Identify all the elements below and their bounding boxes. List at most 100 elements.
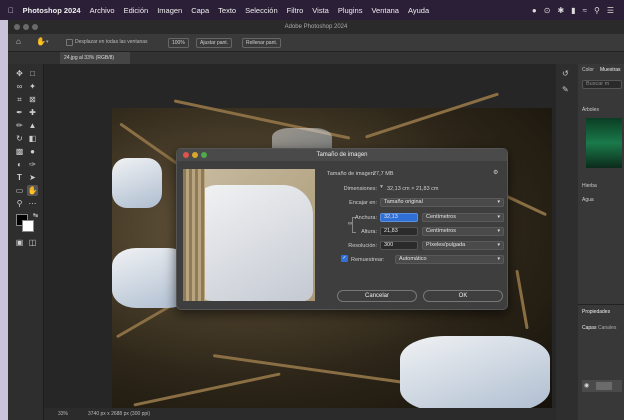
menu-plugins[interactable]: Plugins [338,6,363,15]
history-panel-icon[interactable]: ↺ [562,70,569,78]
fit-screen-button[interactable]: Ajustar pant. [196,38,233,48]
wifi-icon[interactable]: ≈ [583,6,587,15]
cancel-button[interactable]: Cancelar [337,290,417,302]
resample-select[interactable]: Automático ▾ [395,255,504,264]
healing-brush-tool-icon[interactable]: ✚ [27,107,38,118]
chevron-down-icon[interactable]: ▾ [46,40,49,45]
photo-reed [133,372,281,407]
bluetooth-icon[interactable]: ✱ [557,6,564,15]
swap-colors-icon[interactable]: ↹ [30,211,41,222]
hand-tool-preset-icon[interactable]: ✋ [36,38,46,46]
control-center-icon[interactable]: ⊙ [544,6,551,15]
link-chain-icon[interactable]: ∞ [348,221,352,227]
status-document-info[interactable]: 3740 px x 2688 px (300 ppi) [88,412,150,417]
menu-app-name[interactable]: Photoshop 2024 [23,6,81,15]
menu-capa[interactable]: Capa [191,6,209,15]
window-close-button[interactable] [14,24,20,30]
dialog-title: Tamaño de imagen [316,152,368,158]
tab-swatches[interactable]: Muestras [600,68,621,73]
tab-layers[interactable]: Capas [582,326,596,331]
eraser-tool-icon[interactable]: ◧ [27,133,38,144]
window-minimize-button[interactable] [23,24,29,30]
swatch-group-hierba[interactable]: Hierba [582,184,597,189]
swatch-group-thumbnail [586,118,622,168]
scroll-all-windows-checkbox[interactable] [66,39,73,46]
apple-icon[interactable]:  [8,6,14,15]
settings-gear-icon[interactable]: ⚙ [493,170,498,176]
path-selection-tool-icon[interactable]: ➤ [27,172,38,183]
comments-panel-icon[interactable]: ✎ [562,86,569,94]
zoom-100-button[interactable]: 100% [168,38,189,48]
menu-edicion[interactable]: Edición [124,6,149,15]
brush-tool-icon[interactable]: ✏ [14,120,25,131]
image-preview[interactable] [183,169,315,301]
preview-stick [183,169,205,301]
height-unit-select[interactable]: Centímetros ▾ [422,227,504,236]
spotlight-search-icon[interactable]: ⚲ [594,6,600,15]
clone-stamp-tool-icon[interactable]: ▲ [27,120,38,131]
frame-tool-icon[interactable]: ⊠ [27,94,38,105]
dimensions-chevron-icon[interactable]: ▼ [379,185,384,190]
window-titlebar: Adobe Photoshop 2024 [8,20,624,34]
visibility-eye-icon[interactable]: ◉ [584,383,589,389]
move-tool-icon[interactable]: ✥ [14,68,25,79]
hand-tool-icon[interactable]: ✋ [27,185,38,196]
battery-icon[interactable]: ▮ [571,6,575,15]
lasso-tool-icon[interactable]: ∞ [14,81,25,92]
window-zoom-button[interactable] [32,24,38,30]
history-brush-tool-icon[interactable]: ↻ [14,133,25,144]
properties-panel-title[interactable]: Propiedades [582,310,610,315]
tab-color[interactable]: Color [582,68,594,73]
swatch-group-arboles[interactable]: Árboles [582,108,599,113]
quick-mask-icon[interactable]: ▣ [14,237,25,248]
menu-ventana[interactable]: Ventana [371,6,399,15]
gradient-tool-icon[interactable]: ▩ [14,146,25,157]
eyedropper-tool-icon[interactable]: ✒ [14,107,25,118]
chevron-down-icon: ▾ [497,199,500,205]
more-tools-icon[interactable]: ⋯ [27,198,38,209]
menu-extras-icon[interactable]: ☰ [607,6,614,15]
type-tool-icon[interactable]: T [14,172,25,183]
rectangle-tool-icon[interactable]: ▭ [14,185,25,196]
marquee-tool-icon[interactable]: □ [27,68,38,79]
crop-tool-icon[interactable]: ⌗ [14,94,25,105]
height-input[interactable]: 21,83 [380,227,418,236]
menu-vista[interactable]: Vista [312,6,329,15]
image-size-value: 27,7 MB [373,171,394,177]
menu-archivo[interactable]: Archivo [90,6,115,15]
tab-channels[interactable]: Canales [598,326,616,331]
pen-tool-icon[interactable]: ✑ [27,159,38,170]
dialog-zoom-button[interactable] [201,152,207,158]
zoom-tool-icon[interactable]: ⚲ [14,198,25,209]
document-tab[interactable]: 24.jpg al 33% (RGB/8) [60,52,130,64]
panel-icon-strip: ↺ ✎ [556,64,578,420]
menu-ayuda[interactable]: Ayuda [408,6,429,15]
fit-to-select[interactable]: Tamaño original ▾ [380,198,504,207]
resolution-input[interactable]: 300 [380,241,418,250]
screen-mode-icon[interactable]: ◫ [27,237,38,248]
swatch-group-agua[interactable]: Agua [582,198,594,203]
dodge-tool-icon[interactable]: ◐ [14,159,25,170]
width-input[interactable]: 32,13 [380,213,418,222]
fill-screen-button[interactable]: Rellenar pant. [242,38,282,48]
menu-seleccion[interactable]: Selección [245,6,278,15]
dialog-minimize-button[interactable] [192,152,198,158]
swatches-search-input[interactable]: Buscar m [582,80,622,89]
layer-row[interactable]: ◉ [582,380,622,392]
chevron-down-icon: ▾ [497,242,500,248]
blur-tool-icon[interactable]: ● [27,146,38,157]
menu-imagen[interactable]: Imagen [157,6,182,15]
resolution-unit-select[interactable]: Píxeles/pulgada ▾ [422,241,504,250]
status-zoom[interactable]: 33% [58,412,68,417]
menu-texto[interactable]: Texto [218,6,236,15]
resample-checkbox[interactable]: ✓ [341,255,348,262]
ok-button[interactable]: OK [423,290,503,302]
home-icon[interactable]: ⌂ [16,38,21,46]
object-selection-tool-icon[interactable]: ✦ [27,81,38,92]
creative-cloud-icon[interactable]: ● [532,6,537,15]
menu-filtro[interactable]: Filtro [287,6,304,15]
dialog-close-button[interactable] [183,152,189,158]
width-unit-select[interactable]: Centímetros ▾ [422,213,504,222]
dimensions-label: Dimensiones: [343,186,377,192]
photo-reed [364,92,500,139]
